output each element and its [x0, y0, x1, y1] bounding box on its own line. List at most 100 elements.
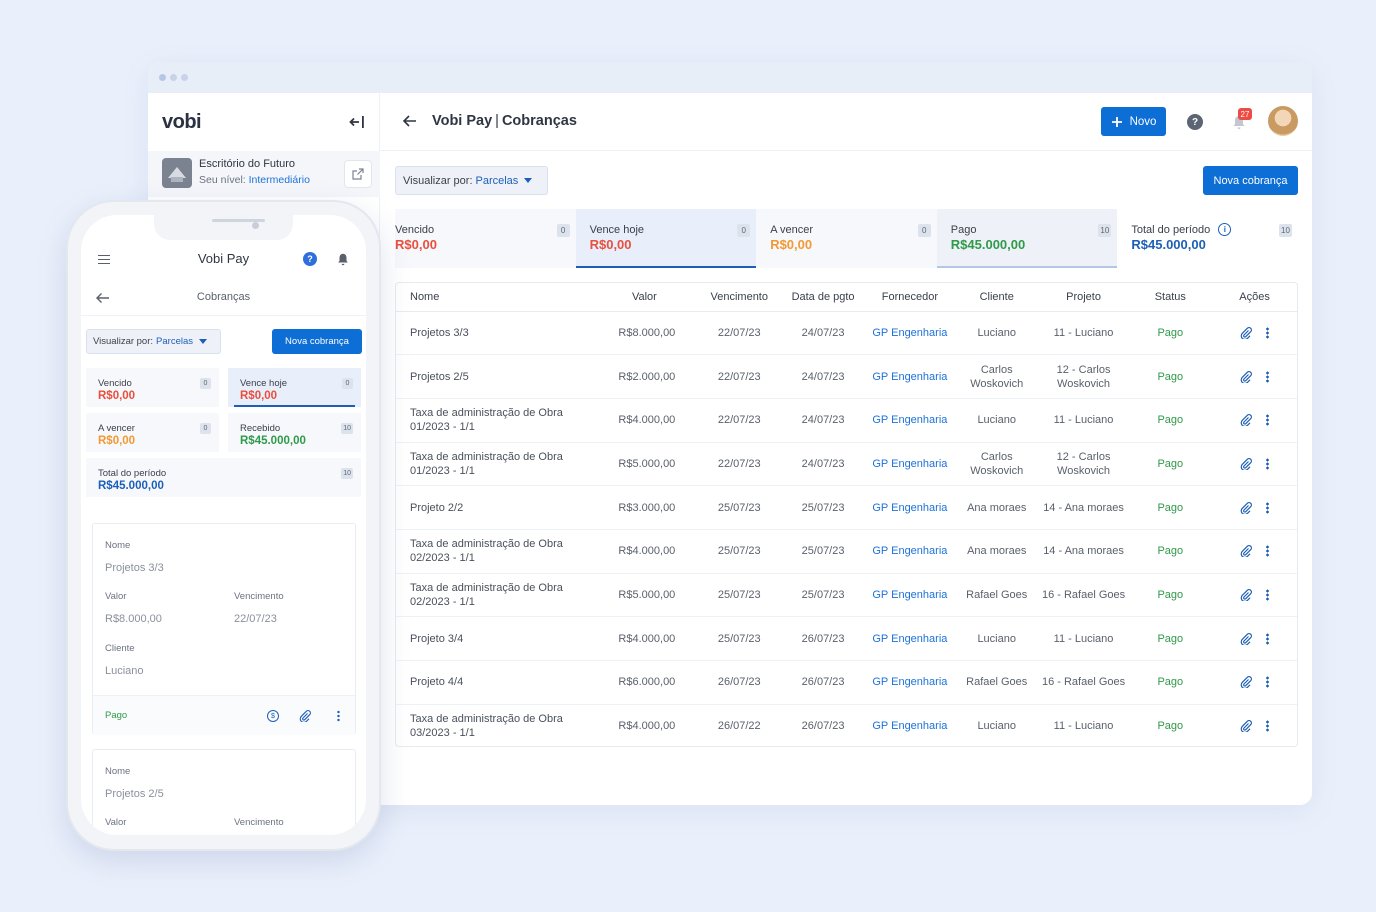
- cell-projeto: 16 - Rafael Goes: [1038, 573, 1129, 618]
- more-options-icon[interactable]: [1266, 370, 1270, 383]
- more-options-icon[interactable]: [1266, 589, 1270, 602]
- table-row[interactable]: Projeto 2/2 R$3.000,00 25/07/23 25/07/23 GP …: [396, 485, 1297, 530]
- mobile-card-total-periodo[interactable]: Total do período R$45.000,00 10: [86, 458, 361, 497]
- cell-fornecedor[interactable]: GP Engenharia: [864, 573, 955, 618]
- more-options-icon[interactable]: [337, 710, 340, 722]
- info-icon[interactable]: i: [1218, 223, 1232, 236]
- column-header[interactable]: Vencimento: [697, 283, 782, 312]
- help-icon[interactable]: ?: [303, 252, 317, 266]
- mobile-charge-item[interactable]: Nome Projetos 3/3 Valor R$8.000,00 Venci…: [92, 523, 356, 735]
- cell-fornecedor[interactable]: GP Engenharia: [864, 616, 955, 661]
- cell-fornecedor[interactable]: GP Engenharia: [864, 311, 955, 356]
- cell-vencimento: 25/07/23: [697, 485, 782, 530]
- back-arrow-icon[interactable]: [402, 113, 418, 129]
- attachment-icon[interactable]: [1240, 545, 1253, 558]
- attachment-icon[interactable]: [1240, 327, 1253, 339]
- camera-icon: [252, 222, 259, 229]
- cell-projeto: 14 - Ana moraes: [1038, 529, 1129, 574]
- mobile-new-charge-button[interactable]: Nova cobrança: [272, 329, 362, 354]
- table-row[interactable]: Projetos 3/3 R$8.000,00 22/07/23 24/07/23 GP…: [396, 311, 1297, 356]
- payment-icon[interactable]: $: [267, 710, 279, 722]
- column-header[interactable]: Data de pgto: [781, 283, 865, 312]
- cell-fornecedor[interactable]: GP Engenharia: [864, 660, 955, 705]
- card-vencido[interactable]: Vencido R$0,00 0: [395, 209, 576, 268]
- column-header[interactable]: Cliente: [954, 283, 1039, 312]
- mobile-header: Vobi Pay ?: [81, 240, 366, 280]
- cell-fornecedor[interactable]: GP Engenharia: [865, 704, 955, 746]
- user-avatar[interactable]: [1268, 106, 1298, 136]
- table-row[interactable]: Projeto 4/4 R$6.000,00 26/07/23 26/07/23 GP …: [396, 660, 1297, 705]
- attachment-icon[interactable]: [1240, 676, 1253, 689]
- organization-level: Seu nível: Intermediário: [199, 174, 310, 186]
- card-a-vencer[interactable]: A vencer R$0,00 0: [756, 209, 937, 268]
- attachment-icon[interactable]: [299, 710, 311, 722]
- attachment-icon[interactable]: [1240, 414, 1253, 427]
- card-vence-hoje[interactable]: Vence hoje R$0,00 0: [575, 209, 757, 268]
- attachment-icon[interactable]: [1240, 458, 1253, 470]
- cell-status: Pago: [1128, 354, 1213, 399]
- more-options-icon[interactable]: [1266, 414, 1270, 427]
- attachment-icon[interactable]: [1240, 720, 1253, 733]
- attachment-icon[interactable]: [1240, 632, 1253, 645]
- cell-projeto: 11 - Luciano: [1038, 616, 1129, 661]
- cell-nome: Projeto 2/2: [396, 485, 592, 530]
- cell-fornecedor[interactable]: GP Engenharia: [864, 485, 955, 530]
- more-options-icon[interactable]: [1266, 501, 1270, 514]
- more-options-icon[interactable]: [1266, 632, 1270, 645]
- mobile-card-recebido[interactable]: Recebido R$45.000,00 10: [228, 413, 361, 452]
- cell-nome: Taxa de administração de Obra 02/2023 - …: [396, 529, 592, 574]
- view-by-select[interactable]: Visualizar por: Parcelas: [395, 166, 548, 195]
- table-row[interactable]: Projetos 2/5 R$2.000,00 22/07/23 24/07/23 GP…: [396, 354, 1297, 399]
- attachment-icon[interactable]: [1240, 370, 1253, 383]
- cell-data-pgto: 25/07/23: [781, 529, 865, 574]
- table-row[interactable]: Taxa de administração de Obra 02/2023 - …: [396, 529, 1297, 574]
- cell-status: Pago: [1128, 485, 1213, 530]
- mobile-charge-item[interactable]: Nome Projetos 2/5 Valor Vencimento: [92, 749, 356, 835]
- cell-fornecedor[interactable]: GP Engenharia: [864, 529, 955, 574]
- attachment-icon[interactable]: [1240, 589, 1253, 602]
- cell-fornecedor[interactable]: GP Engenharia: [864, 442, 955, 487]
- table-row[interactable]: Taxa de administração de Obra 02/2023 - …: [396, 573, 1297, 618]
- mobile-card-vence-hoje[interactable]: Vence hoje R$0,00 0: [228, 368, 361, 407]
- table-row[interactable]: Taxa de administração de Obra 03/2023 - …: [396, 704, 1297, 746]
- more-options-icon[interactable]: [1266, 720, 1270, 733]
- table-row[interactable]: Taxa de administração de Obra 01/2023 - …: [396, 398, 1297, 443]
- table-row[interactable]: Taxa de administração de Obra 01/2023 - …: [396, 442, 1297, 487]
- card-total-periodo[interactable]: Total do período i R$45.000,00 10: [1117, 209, 1298, 268]
- open-external-button[interactable]: [344, 160, 372, 188]
- cell-fornecedor[interactable]: GP Engenharia: [864, 398, 955, 443]
- bell-icon[interactable]: [336, 252, 350, 266]
- more-options-icon[interactable]: [1266, 676, 1270, 689]
- column-header[interactable]: Fornecedor: [864, 283, 955, 312]
- new-button[interactable]: Novo: [1101, 107, 1166, 136]
- mobile-card-a-vencer[interactable]: A vencer R$0,00 0: [86, 413, 219, 452]
- mobile-card-vencido[interactable]: Vencido R$0,00 0: [86, 368, 219, 407]
- organization-switcher[interactable]: Escritório do Futuro Seu nível: Intermed…: [148, 151, 380, 197]
- attachment-icon[interactable]: [1240, 501, 1253, 514]
- column-header[interactable]: Status: [1128, 283, 1213, 312]
- new-charge-button[interactable]: Nova cobrança: [1203, 166, 1298, 195]
- cell-valor: R$4.000,00: [591, 529, 698, 574]
- cell-data-pgto: 26/07/23: [781, 616, 865, 661]
- cell-cliente: Rafael Goes: [954, 660, 1039, 705]
- cell-acoes: [1212, 311, 1297, 356]
- table-row[interactable]: Projeto 3/4 R$4.000,00 25/07/23 26/07/23 GP …: [396, 616, 1297, 661]
- cell-cliente: Rafael Goes: [954, 573, 1039, 618]
- column-header[interactable]: Nome: [396, 283, 592, 312]
- cell-acoes: [1212, 573, 1297, 618]
- column-header[interactable]: Projeto: [1038, 283, 1129, 312]
- window-dot: [170, 74, 177, 81]
- card-pago[interactable]: Pago R$45.000,00 10: [936, 209, 1118, 268]
- cell-fornecedor[interactable]: GP Engenharia: [864, 354, 955, 399]
- help-icon[interactable]: ?: [1187, 114, 1203, 130]
- more-options-icon[interactable]: [1266, 326, 1270, 339]
- collapse-sidebar-icon[interactable]: [349, 115, 365, 129]
- summary-cards: Vencido R$0,00 0 Vence hoje R$0,00 0 A v…: [395, 209, 1298, 268]
- cell-acoes: [1212, 485, 1297, 530]
- count-badge: 10: [341, 423, 353, 434]
- more-options-icon[interactable]: [1266, 458, 1270, 470]
- more-options-icon[interactable]: [1266, 545, 1270, 558]
- column-header[interactable]: Valor: [591, 283, 698, 312]
- cell-valor: R$4.000,00: [591, 398, 698, 443]
- mobile-view-by-select[interactable]: Visualizar por: Parcelas: [86, 329, 221, 354]
